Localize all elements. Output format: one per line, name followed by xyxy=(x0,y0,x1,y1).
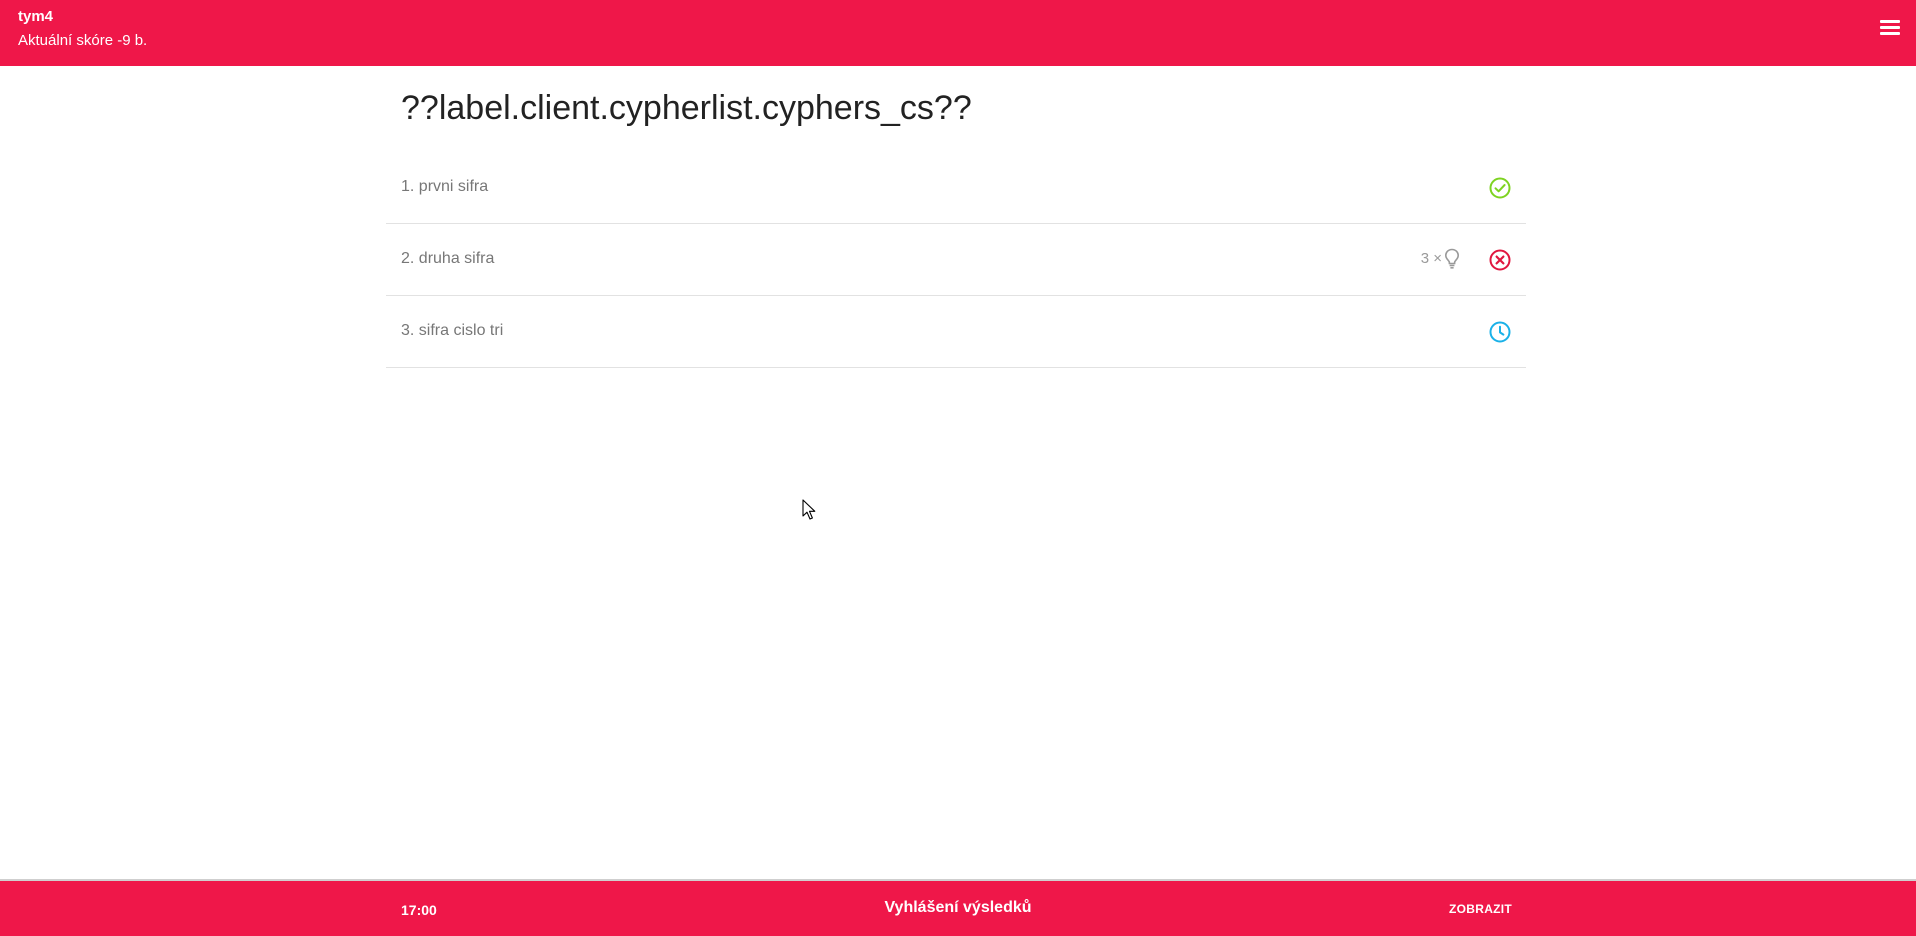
page-title: ??label.client.cypherlist.cyphers_cs?? xyxy=(401,89,972,127)
lightbulb-icon xyxy=(1444,248,1460,269)
hamburger-menu-icon[interactable] xyxy=(1880,20,1900,38)
show-button[interactable]: ZOBRAZIT xyxy=(1449,901,1512,917)
cypher-label: 2. druha sifra xyxy=(401,250,495,267)
clock-icon xyxy=(1489,321,1511,343)
cypher-list: 1. prvni sifra 2. druha sifra 3 × 3. sif… xyxy=(386,152,1526,368)
mouse-cursor-icon xyxy=(802,499,816,520)
current-score: Aktuální skóre -9 b. xyxy=(18,32,148,49)
cypher-list-panel: ??label.client.cypherlist.cyphers_cs?? 1… xyxy=(386,66,1526,368)
hint-count-text: 3 × xyxy=(1420,250,1442,267)
event-name: Vyhlášení výsledků xyxy=(884,899,1032,916)
top-bar: tym4 Aktuální skóre -9 b. xyxy=(0,0,1916,66)
cypher-row-2[interactable]: 2. druha sifra 3 × xyxy=(386,224,1526,296)
team-name: tym4 xyxy=(18,8,54,25)
cypher-label: 3. sifra cislo tri xyxy=(401,322,504,339)
hint-counter: 3 × xyxy=(1421,248,1460,270)
cypher-row-3[interactable]: 3. sifra cislo tri xyxy=(386,296,1526,368)
cypher-label: 1. prvni sifra xyxy=(401,178,489,195)
cypher-row-1[interactable]: 1. prvni sifra xyxy=(386,152,1526,224)
bottom-event-bar: 17:00 Vyhlášení výsledků ZOBRAZIT xyxy=(0,879,1916,936)
x-circle-icon xyxy=(1489,249,1511,271)
check-circle-icon xyxy=(1489,177,1511,199)
